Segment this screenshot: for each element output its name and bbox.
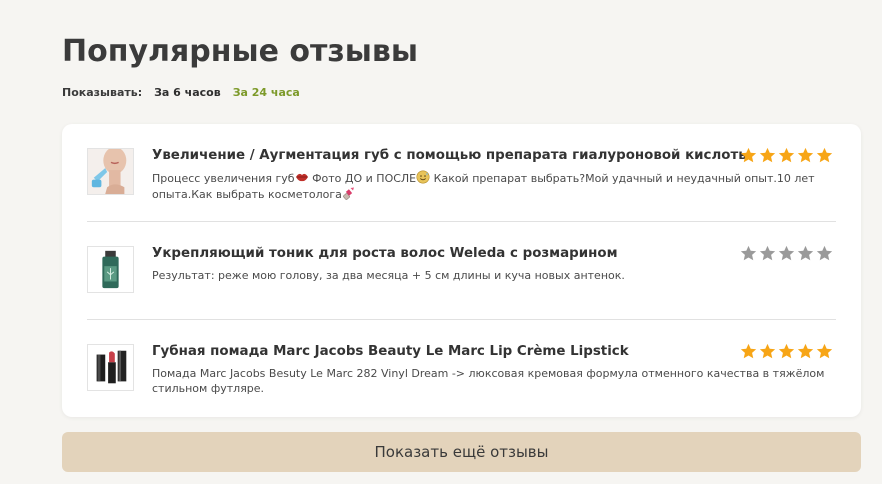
filter-24-hours[interactable]: За 24 часа (233, 86, 300, 99)
tonic-bottle-photo-icon (88, 247, 133, 292)
time-filter: Показывать: За 6 часов За 24 часа (62, 86, 300, 99)
star-filled-icon (759, 343, 776, 359)
review-item[interactable]: Губная помада Marc Jacobs Beauty Le Marc… (87, 343, 836, 395)
star-filled-icon (816, 343, 833, 359)
rating-stars (740, 147, 833, 164)
review-excerpt: Процесс увеличения губ Фото ДО и ПОСЛЕ К… (152, 170, 836, 202)
review-title[interactable]: Губная помада Marc Jacobs Beauty Le Marc… (152, 344, 629, 359)
lip-injection-photo-icon (88, 149, 133, 194)
star-filled-icon (778, 343, 795, 359)
rating-stars (740, 245, 833, 262)
star-empty-icon (740, 245, 757, 261)
review-title[interactable]: Увеличение / Аугментация губ с помощью п… (152, 148, 750, 163)
sweat-smile-emoji-icon (416, 170, 430, 184)
reviews-card: Увеличение / Аугментация губ с помощью п… (62, 124, 861, 417)
review-thumbnail[interactable] (87, 344, 134, 391)
lipstick-photo-icon (88, 345, 133, 390)
star-empty-icon (759, 245, 776, 261)
star-filled-icon (797, 343, 814, 359)
lipstick-emoji-icon (343, 187, 354, 200)
page-title: Популярные отзывы (62, 34, 419, 69)
star-filled-icon (778, 147, 795, 163)
filter-label: Показывать: (62, 86, 143, 99)
review-excerpt: Результат: реже мою голову, за два месяц… (152, 269, 625, 282)
review-thumbnail[interactable] (87, 246, 134, 293)
review-divider (87, 221, 836, 222)
filter-6-hours[interactable]: За 6 часов (154, 86, 221, 99)
review-item[interactable]: Увеличение / Аугментация губ с помощью п… (87, 147, 836, 201)
review-divider (87, 319, 836, 320)
star-empty-icon (778, 245, 795, 261)
review-excerpt-part: Процесс увеличения губ (152, 172, 295, 185)
review-item[interactable]: Укрепляющий тоник для роста волос Weleda… (87, 245, 836, 296)
review-title[interactable]: Укрепляющий тоник для роста волос Weleda… (152, 246, 618, 261)
star-filled-icon (740, 343, 757, 359)
review-thumbnail[interactable] (87, 148, 134, 195)
star-empty-icon (797, 245, 814, 261)
rating-stars (740, 343, 833, 360)
star-filled-icon (759, 147, 776, 163)
star-filled-icon (816, 147, 833, 163)
lips-emoji-icon (295, 173, 308, 182)
review-excerpt: Помада Marc Jacobs Besuty Le Marc 282 Vi… (152, 367, 825, 395)
review-excerpt-part: Фото ДО и ПОСЛЕ (308, 172, 417, 185)
show-more-reviews-button[interactable]: Показать ещё отзывы (62, 432, 861, 472)
star-empty-icon (816, 245, 833, 261)
star-filled-icon (740, 147, 757, 163)
star-filled-icon (797, 147, 814, 163)
